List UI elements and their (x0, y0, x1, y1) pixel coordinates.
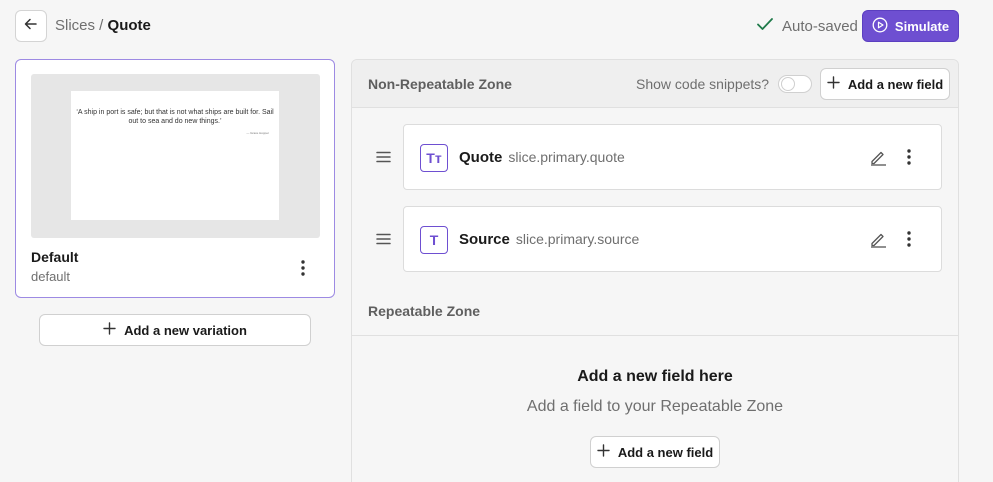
code-snippets-label: Show code snippets? (636, 76, 770, 92)
edit-pencil-icon[interactable] (868, 147, 888, 167)
code-snippets-toggle[interactable] (778, 75, 812, 93)
autosave-label: Auto-saved (782, 17, 858, 35)
plus-icon (827, 76, 840, 92)
preview-quote: ‘A ship in port is safe; but that is not… (76, 109, 274, 125)
field-label-group: Source slice.primary.source (459, 231, 639, 248)
breadcrumb: Slices / Quote (55, 17, 151, 34)
more-vertical-icon[interactable] (296, 258, 310, 278)
drag-handle-icon[interactable] (375, 232, 391, 246)
field-api-path: slice.primary.source (515, 231, 640, 247)
back-button[interactable] (15, 10, 47, 42)
simulate-label: Simulate (894, 18, 950, 34)
more-vertical-icon[interactable] (902, 229, 916, 249)
breadcrumb-parent[interactable]: Slices (55, 17, 95, 34)
add-field-button[interactable]: Add a new field (820, 68, 950, 100)
autosave-status: Auto-saved (756, 17, 858, 35)
add-field-label: Add a new field (617, 444, 714, 460)
rich-text-icon: Tт (420, 144, 448, 172)
add-repeatable-field-button[interactable]: Add a new field (590, 436, 720, 468)
text-icon: T (420, 226, 448, 254)
check-icon (756, 17, 774, 35)
repeatable-zone-title: Repeatable Zone (368, 303, 481, 319)
field-label-group: Quote slice.primary.quote (459, 149, 625, 166)
edit-pencil-icon[interactable] (868, 229, 888, 249)
toggle-knob (781, 77, 795, 91)
field-label: Quote (459, 149, 503, 166)
non-repeatable-zone-header: Non-Repeatable Zone Show code snippets? … (352, 60, 958, 108)
drag-handle-icon[interactable] (375, 150, 391, 164)
field-row-source[interactable]: T Source slice.primary.source (403, 206, 942, 272)
more-vertical-icon[interactable] (902, 147, 916, 167)
empty-state-title: Add a new field here (577, 368, 733, 385)
breadcrumb-current: Quote (107, 17, 151, 34)
simulate-button[interactable]: Simulate (862, 10, 959, 42)
add-field-label: Add a new field (847, 76, 944, 92)
arrow-left-icon (23, 16, 39, 37)
empty-state-description: Add a field to your Repeatable Zone (526, 398, 784, 415)
variation-id: default (31, 269, 71, 284)
repeatable-zone-header: Repeatable Zone (352, 288, 958, 336)
field-api-path: slice.primary.quote (508, 149, 625, 165)
field-label: Source (459, 231, 510, 248)
variation-card-default[interactable]: ‘A ship in port is safe; but that is not… (15, 59, 335, 298)
plus-icon (103, 322, 116, 338)
plus-icon (597, 444, 610, 460)
variation-name: Default (31, 249, 79, 265)
breadcrumb-separator: / (95, 17, 108, 34)
add-variation-label: Add a new variation (124, 322, 247, 338)
non-repeatable-zone-title: Non-Repeatable Zone (368, 76, 512, 92)
add-variation-button[interactable]: Add a new variation (39, 314, 311, 346)
field-row-quote[interactable]: Tт Quote slice.primary.quote (403, 124, 942, 190)
preview-screenshot: ‘A ship in port is safe; but that is not… (71, 91, 279, 220)
zones-panel: Non-Repeatable Zone Show code snippets? … (351, 59, 959, 482)
variation-preview: ‘A ship in port is safe; but that is not… (31, 74, 320, 238)
preview-author: — Grace Hopper (246, 131, 269, 135)
play-circle-icon (872, 17, 888, 36)
